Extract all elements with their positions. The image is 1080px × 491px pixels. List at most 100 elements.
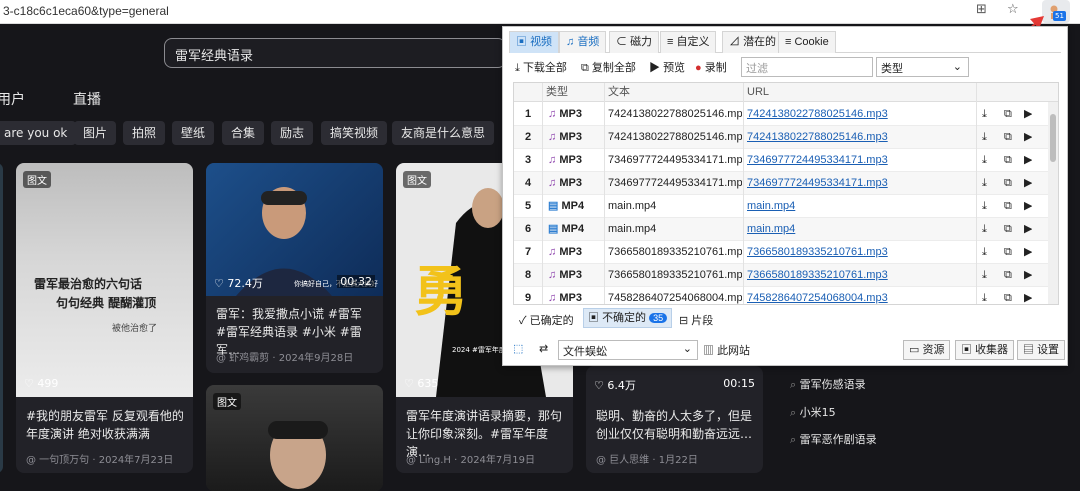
tab-video[interactable]: ▣ 视频 [509, 31, 560, 53]
row-url-link[interactable]: 7346977724495334171.mp3 [747, 149, 975, 171]
download-icon[interactable]: ⤓ [982, 149, 987, 171]
tab-custom[interactable]: ≡ 自定义 [660, 31, 717, 53]
table-row[interactable]: 7 ♫ MP3 7366580189335210761.mp3 73665801893… [514, 241, 1048, 264]
play-icon[interactable]: ▶ [1024, 241, 1032, 263]
tab-magnet[interactable]: ⊂ 磁力 [609, 31, 660, 53]
play-icon[interactable]: ▶ [1024, 264, 1032, 286]
download-icon[interactable]: ⤓ [982, 287, 987, 304]
tab-cookie[interactable]: ≡ Cookie [778, 31, 836, 53]
type-select[interactable]: 类型 ⌄ [876, 57, 969, 77]
address-url[interactable]: 3-c18c6c1eca60&type=general [3, 4, 169, 18]
row-text: main.mp4 [608, 223, 657, 235]
scrollbar-thumb[interactable] [1050, 114, 1056, 162]
play-icon[interactable]: ▶ [1024, 149, 1032, 171]
row-url-link[interactable]: 7424138022788025146.mp3 [747, 103, 975, 125]
column-header[interactable]: 文本 [608, 83, 630, 102]
tag-chip[interactable]: 励志 [271, 121, 314, 145]
card-author[interactable]: @ 一句顶万句 [26, 455, 89, 466]
card-title[interactable]: 聪明、勤奋的人太多了，但是创业仅仅有聪明和勤奋远远… [596, 407, 755, 443]
copy-all-button[interactable]: ⧉ 复制全部 [581, 58, 636, 78]
download-icon[interactable]: ⤓ [982, 172, 987, 194]
table-row[interactable]: 9 ♫ MP3 7458286407254068004.mp3 74582864072… [514, 287, 1048, 304]
record-button[interactable]: ● 录制 [695, 58, 727, 78]
card-author[interactable]: @ Ling.H [406, 455, 451, 466]
nav-live[interactable]: 直播 [73, 89, 101, 109]
download-all-button[interactable]: ⤓ 下载全部 [515, 58, 567, 78]
play-icon[interactable]: ▶ [1024, 195, 1032, 217]
copy-icon[interactable]: ⧉ [1004, 195, 1012, 217]
row-url-link[interactable]: main.mp4 [747, 218, 975, 240]
download-icon[interactable]: ⤓ [982, 241, 987, 263]
copy-icon[interactable]: ⧉ [1004, 264, 1012, 286]
card-author[interactable]: @ 虾鸡霸剪 [216, 353, 269, 364]
copy-icon[interactable]: ⧉ [1004, 126, 1012, 148]
program-select[interactable]: 文件蜈蚣 ⌄ [558, 340, 698, 360]
browser-address-bar[interactable]: 3-c18c6c1eca60&type=general ⊞ ☆ 51 [0, 0, 1080, 24]
play-icon[interactable]: ▶ [1024, 103, 1032, 125]
play-icon[interactable]: ▶ [1024, 126, 1032, 148]
copy-icon[interactable]: ⧉ [1004, 287, 1012, 304]
column-header[interactable]: 类型 [546, 83, 568, 102]
fragment-filter[interactable]: ⊟ 片段 [679, 312, 713, 328]
partial-card[interactable] [0, 163, 3, 473]
tag-chip[interactable]: 壁纸 [172, 121, 215, 145]
play-icon[interactable]: ▶ [1024, 218, 1032, 240]
confirmed-filter[interactable]: ✓ 已确定的 [519, 312, 574, 328]
this-site-toggle[interactable]: ▥ 此网站 [703, 342, 750, 358]
play-icon[interactable]: ▶ [1024, 172, 1032, 194]
copy-icon[interactable]: ⧉ [1004, 172, 1012, 194]
swap-icon[interactable]: ⇄ [539, 342, 548, 355]
download-icon[interactable]: ⤓ [982, 218, 987, 240]
copy-icon[interactable]: ⧉ [1004, 218, 1012, 240]
download-icon[interactable]: ⤓ [982, 103, 987, 125]
tab-potential[interactable]: ⊿ 潜在的 [722, 31, 784, 53]
tag-chip[interactable]: 合集 [222, 121, 265, 145]
table-row[interactable]: 3 ♫ MP3 7346977724495334171.mp3 73469777244… [514, 149, 1048, 172]
video-card[interactable]: ♡ 6.4万 00:15 聪明、勤奋的人太多了，但是创业仅仅有聪明和勤奋远远… … [586, 366, 763, 473]
tag-chip[interactable]: are you ok [0, 121, 77, 145]
settings-button[interactable]: ▤ 设置 [1017, 340, 1066, 360]
row-url-link[interactable]: 7424138022788025146.mp3 [747, 126, 975, 148]
row-url-link[interactable]: main.mp4 [747, 195, 975, 217]
copy-icon[interactable]: ⧉ [1004, 103, 1012, 125]
download-icon[interactable]: ⤓ [982, 264, 987, 286]
resources-button[interactable]: ▭ 资源 [903, 340, 951, 360]
row-url-link[interactable]: 7346977724495334171.mp3 [747, 172, 975, 194]
row-url-link[interactable]: 7458286407254068004.mp3 [747, 287, 975, 304]
table-row[interactable]: 4 ♫ MP3 7346977724495334171.mp3 73469777244… [514, 172, 1048, 195]
table-row[interactable]: 5 ▤ MP4 main.mp4 main.mp4 ⤓ ⧉ ▶ [514, 195, 1048, 218]
table-row[interactable]: 1 ♫ MP3 7424138022788025146.mp3 74241380227… [514, 103, 1048, 126]
video-card[interactable]: 图文 [206, 385, 383, 491]
copy-icon[interactable]: ⧉ [1004, 241, 1012, 263]
tab-audio[interactable]: ♫ 音频 [559, 31, 607, 53]
tag-chip[interactable]: 图片 [74, 121, 117, 145]
table-row[interactable]: 2 ♫ MP3 7424138022788025146.mp3 74241380227… [514, 126, 1048, 149]
search-input[interactable]: 雷军经典语录 [164, 38, 506, 68]
nav-users[interactable]: 用户 [0, 89, 25, 109]
download-icon[interactable]: ⤓ [982, 126, 987, 148]
play-icon[interactable]: ▶ [1024, 287, 1032, 304]
video-card[interactable]: 图文 雷军最治愈的六句话 句句经典 醍醐灌顶 被他治愈了 ♡ 499 #我的朋友… [16, 163, 193, 473]
collector-button[interactable]: ▣ 收集器 [955, 340, 1015, 360]
hot-search-item[interactable]: ⌕ 雷军伤感语录 [790, 376, 866, 392]
video-card[interactable]: 你搞好自己，不是搞大搞好 ♡ 72.4万 00:32 雷军：我爱撒点小谎 #雷军… [206, 163, 383, 373]
tag-chip[interactable]: 搞笑视频 [321, 121, 388, 145]
unconfirmed-filter[interactable]: ▣ 不确定的 35 [583, 308, 673, 328]
row-url-link[interactable]: 7366580189335210761.mp3 [747, 264, 975, 286]
table-row[interactable]: 6 ▤ MP4 main.mp4 main.mp4 ⤓ ⧉ ▶ [514, 218, 1048, 241]
table-scrollbar[interactable] [1048, 102, 1058, 304]
download-icon[interactable]: ⤓ [982, 195, 987, 217]
column-header[interactable]: URL [747, 83, 769, 102]
table-row[interactable]: 8 ♫ MP3 7366580189335210761.mp3 73665801893… [514, 264, 1048, 287]
card-author[interactable]: @ 巨人思维 [596, 455, 649, 466]
preview-button[interactable]: ▶ 预览 [649, 58, 685, 78]
card-title[interactable]: #我的朋友雷军 反复观看他的年度演讲 绝对收获满满 [26, 407, 185, 443]
filter-input[interactable]: 过滤 [741, 57, 873, 77]
tag-chip[interactable]: 友商是什么意思 [392, 121, 495, 145]
hot-search-item[interactable]: ⌕ 雷军恶作剧语录 [790, 431, 877, 447]
tag-chip[interactable]: 拍照 [123, 121, 166, 145]
picker-icon[interactable]: ⬚ [513, 342, 523, 355]
hot-search-item[interactable]: ⌕ 小米15 [790, 404, 836, 420]
row-url-link[interactable]: 7366580189335210761.mp3 [747, 241, 975, 263]
copy-icon[interactable]: ⧉ [1004, 149, 1012, 171]
